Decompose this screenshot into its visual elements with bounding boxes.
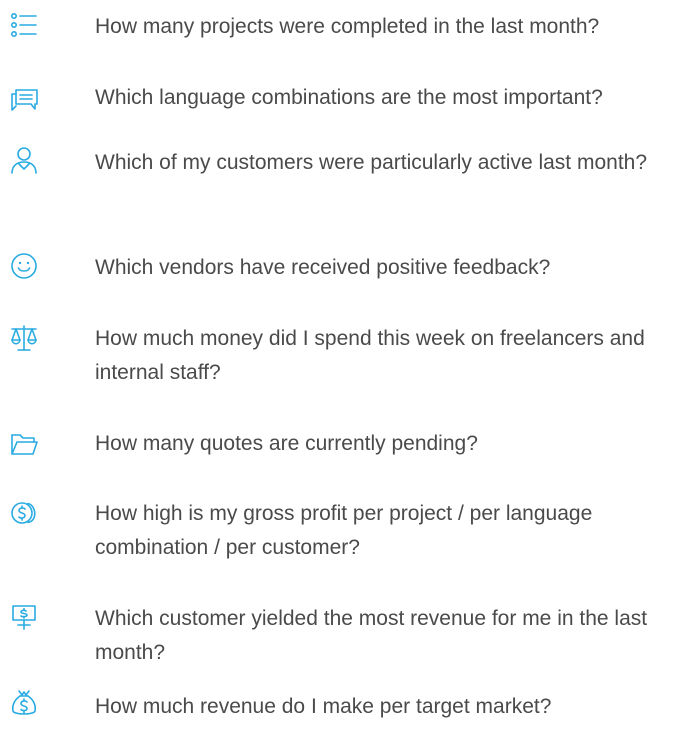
faq-question: Which vendors have received positive fee… xyxy=(95,256,551,279)
faq-question: Which of my customers were particularly … xyxy=(95,151,648,174)
folder-icon xyxy=(10,430,38,458)
faq-question: How high is my gross profit per project … xyxy=(95,502,593,559)
smiley-icon xyxy=(10,252,38,280)
list-icon xyxy=(10,12,38,40)
faq-question: Which language combinations are the most… xyxy=(95,86,603,109)
faq-question: How many projects were completed in the … xyxy=(95,15,600,38)
money-bag-icon xyxy=(10,689,38,717)
faq-question: Which customer yielded the most revenue … xyxy=(95,607,648,664)
faq-question: How many quotes are currently pending? xyxy=(95,432,478,455)
coins-icon xyxy=(10,499,38,527)
user-icon xyxy=(10,146,38,174)
faq-question: How much money did I spend this week on … xyxy=(95,327,645,384)
scales-icon xyxy=(10,324,38,352)
presentation-icon xyxy=(10,603,38,631)
faq-list: How many projects were completed in the … xyxy=(0,0,692,736)
faq-question: How much revenue do I make per target ma… xyxy=(95,695,552,718)
chat-icon xyxy=(10,86,38,114)
